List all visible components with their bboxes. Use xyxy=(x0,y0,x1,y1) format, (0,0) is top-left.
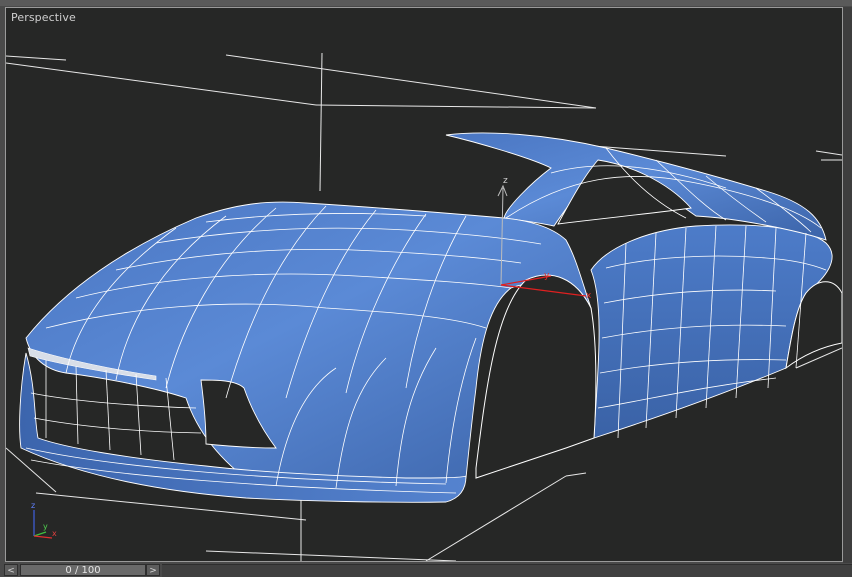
chevron-left-icon: < xyxy=(7,566,15,576)
perspective-viewport[interactable]: Perspective z y x z y x xyxy=(5,7,843,562)
gizmo-x-label: x xyxy=(586,291,592,301)
time-slider-thumb[interactable]: 0 / 100 xyxy=(20,564,146,576)
right-panel-edge xyxy=(843,7,852,563)
view-axis-tripod: z y x xyxy=(31,501,57,539)
prev-frame-button[interactable]: < xyxy=(4,564,18,576)
car-body-mesh[interactable] xyxy=(19,132,842,503)
chevron-right-icon: > xyxy=(149,566,157,576)
gizmo-z-label: z xyxy=(503,176,508,186)
gizmo-y-label: y xyxy=(544,271,550,281)
time-slider-bar[interactable]: < 0 / 100 > xyxy=(0,563,852,577)
top-toolbar-strip xyxy=(0,0,852,6)
scene-canvas[interactable]: z y x z y x xyxy=(6,8,842,561)
view-axis-y-label: y xyxy=(43,522,48,531)
view-axis-z-label: z xyxy=(31,501,35,510)
frame-counter: 0 / 100 xyxy=(65,565,101,576)
view-axis-x-label: x xyxy=(52,529,57,538)
time-slider-track[interactable] xyxy=(162,564,852,577)
next-frame-button[interactable]: > xyxy=(146,564,160,576)
